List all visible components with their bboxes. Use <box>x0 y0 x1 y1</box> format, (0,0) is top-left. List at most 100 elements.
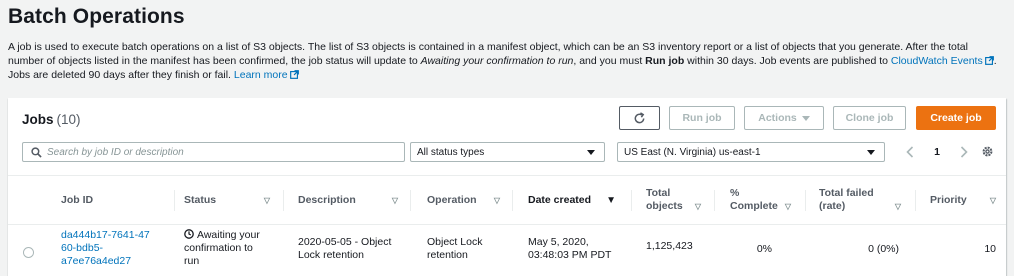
total-objects-cell: 1,125,423 <box>646 240 693 252</box>
status-filter-select[interactable]: All status types <box>410 142 605 162</box>
create-job-button[interactable]: Create job <box>916 106 996 130</box>
job-id-line: da444b17-7641-47 <box>61 229 150 241</box>
sort-icon: ▽ <box>894 202 901 211</box>
column-priority[interactable]: Priority ▽ <box>930 176 996 224</box>
operation-line: Object Lock <box>427 236 483 248</box>
column-total-objects[interactable]: Total objects ▽ <box>646 176 701 224</box>
page-number[interactable]: 1 <box>934 146 940 158</box>
table-row[interactable]: da444b17-7641-47 60-bdb5- a7ee76a4ed27 Awa… <box>8 226 1006 276</box>
column-label: Priority <box>930 193 967 206</box>
column-divider <box>410 190 411 211</box>
status-cell: Awaiting your confirmation to run <box>184 229 260 268</box>
column-label: Job ID <box>61 193 94 206</box>
intro-part-2: , and you must <box>573 55 646 67</box>
sort-icon: ▽ <box>493 195 500 205</box>
total-failed-cell: 0 (0%) <box>868 243 899 255</box>
caret-down-icon <box>587 149 595 155</box>
learn-more-link[interactable]: Learn more <box>234 69 299 81</box>
chevron-left-icon[interactable] <box>906 146 914 158</box>
column-label: Total failed (rate) <box>819 187 874 213</box>
region-select[interactable]: US East (N. Virginia) us-east-1 <box>617 142 885 162</box>
gear-icon[interactable] <box>981 145 994 158</box>
status-line: run <box>184 255 200 267</box>
column-date-created[interactable]: Date created ▼ <box>528 176 616 224</box>
column-divider <box>714 190 715 211</box>
actions-label: Actions <box>758 112 797 124</box>
learn-more-label: Learn more <box>233 69 288 81</box>
description-cell: 2020-05-05 - Object Lock retention <box>298 236 391 262</box>
column-divider <box>631 190 632 211</box>
column-percent-complete[interactable]: % Complete ▽ <box>730 176 791 224</box>
priority-cell: 10 <box>984 243 996 255</box>
description-line: Lock retention <box>298 249 364 261</box>
column-status[interactable]: Status ▽ <box>184 176 270 224</box>
caret-down-icon <box>867 149 875 155</box>
job-id-line: 60-bdb5- <box>61 242 104 254</box>
description-line: 2020-05-05 - Object <box>298 236 392 248</box>
external-link-icon <box>984 56 994 65</box>
sort-icon: ▽ <box>694 202 701 211</box>
sort-icon: ▽ <box>784 202 791 211</box>
external-link-icon <box>289 70 299 79</box>
percent-complete-cell: 0% <box>756 243 772 255</box>
column-job-id[interactable]: Job ID <box>61 176 171 224</box>
refresh-icon <box>634 111 645 123</box>
column-label: % Complete <box>730 187 778 213</box>
intro-text: A job is used to execute batch operation… <box>8 40 1006 82</box>
intro-run-job: Run job <box>645 55 685 67</box>
column-operation[interactable]: Operation ▽ <box>427 176 500 224</box>
jobs-heading-label: Jobs <box>22 112 54 127</box>
status-line: Awaiting your <box>197 229 260 241</box>
column-description[interactable]: Description ▽ <box>298 176 398 224</box>
jobs-panel: Jobs (10) Run job Actions Clone job Creat… <box>8 98 1006 276</box>
jobs-heading: Jobs (10) <box>22 112 81 127</box>
job-id-link[interactable]: da444b17-7641-47 60-bdb5- a7ee76a4ed27 <box>61 229 150 268</box>
column-label-line: % <box>730 187 740 199</box>
cloudwatch-link-label: CloudWatch Events <box>890 55 983 67</box>
job-id-line: a7ee76a4ed27 <box>61 255 132 267</box>
column-label: Description <box>298 193 356 206</box>
sort-icon: ▽ <box>263 195 270 205</box>
page-title: Batch Operations <box>8 5 185 28</box>
cloudwatch-events-link[interactable]: CloudWatch Events <box>891 55 994 67</box>
sort-descending-icon: ▼ <box>606 194 616 206</box>
run-job-button[interactable]: Run job <box>669 106 735 130</box>
status-filter-value: All status types <box>417 146 485 158</box>
column-label-line: Complete <box>730 200 778 212</box>
column-label-line: (rate) <box>819 200 846 212</box>
search-input[interactable] <box>47 146 387 158</box>
column-label-line: objects <box>646 200 683 212</box>
intro-part-3: within 30 days. Job events are published… <box>684 55 891 67</box>
jobs-count: (10) <box>56 112 81 127</box>
status-line: confirmation to <box>184 242 253 254</box>
refresh-button[interactable] <box>619 106 660 130</box>
intro-awaiting-status: Awaiting your confirmation to run <box>420 55 574 67</box>
column-divider <box>915 190 916 211</box>
search-field[interactable] <box>22 142 405 162</box>
column-label: Operation <box>427 193 477 206</box>
column-label: Date created <box>528 193 592 206</box>
column-divider <box>805 190 806 211</box>
column-divider <box>283 190 284 211</box>
operation-cell: Object Lock retention <box>427 236 482 262</box>
caret-down-icon <box>801 115 810 121</box>
sort-icon: ▽ <box>989 195 996 205</box>
column-total-failed[interactable]: Total failed (rate) ▽ <box>819 176 901 224</box>
date-line: May 5, 2020, <box>528 236 589 248</box>
column-label: Total objects <box>646 187 683 213</box>
clock-icon <box>184 229 194 239</box>
search-icon <box>31 146 42 158</box>
clone-job-button[interactable]: Clone job <box>833 106 906 130</box>
column-label: Status <box>184 193 217 206</box>
region-value: US East (N. Virginia) us-east-1 <box>624 146 761 158</box>
operation-line: retention <box>427 249 468 261</box>
table-header: Job ID Status ▽ Description ▽ Operation ▽ D… <box>8 175 1006 225</box>
column-divider <box>512 190 513 211</box>
column-divider <box>174 190 175 211</box>
chevron-right-icon[interactable] <box>960 146 968 158</box>
row-select-radio[interactable] <box>23 247 34 258</box>
column-label-line: Total <box>646 187 671 199</box>
pagination: 1 <box>906 144 968 160</box>
sort-icon: ▽ <box>391 195 398 205</box>
actions-button[interactable]: Actions <box>744 106 824 130</box>
